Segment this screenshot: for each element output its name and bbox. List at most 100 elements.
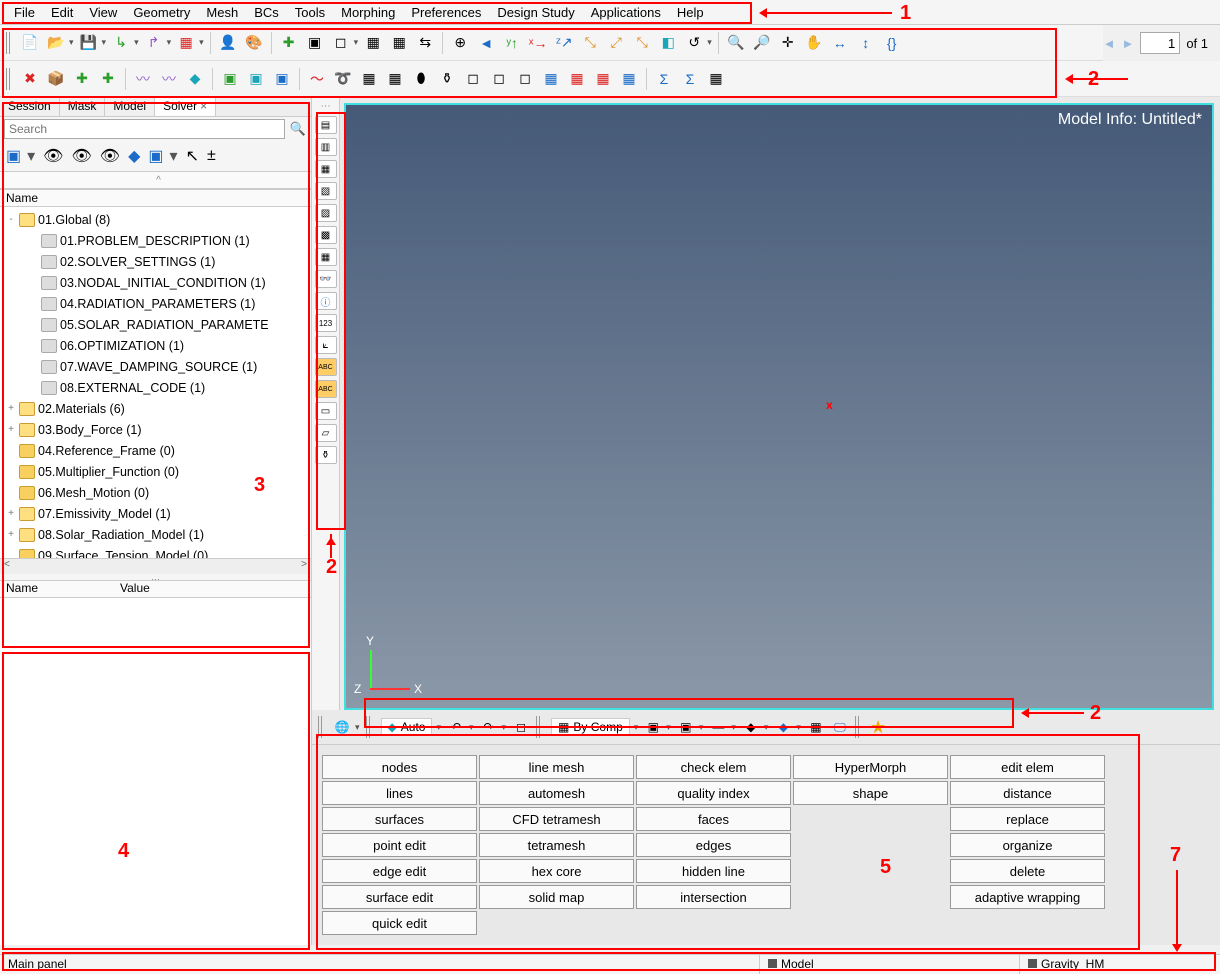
panel-hidden-line[interactable]: hidden line [636, 859, 791, 883]
panel-edges[interactable]: edges [636, 833, 791, 857]
menu-help[interactable]: Help [669, 2, 712, 23]
vt-5[interactable]: ▨ [315, 204, 337, 222]
vt-1[interactable]: ▤ [315, 116, 337, 134]
panel-shape[interactable]: shape [793, 781, 948, 805]
panel-surfaces[interactable]: surfaces [322, 807, 477, 831]
tree-node[interactable]: 04.Reference_Frame (0) [0, 440, 311, 461]
grid-icon[interactable]: ▦ [807, 718, 825, 736]
grid-b-icon[interactable]: ▦ [566, 68, 588, 90]
axis-z-icon[interactable]: ᶻ↗ [553, 32, 575, 54]
iso-xy-icon[interactable]: ⤡ [579, 32, 601, 54]
panel-surface-edit[interactable]: surface edit [322, 885, 477, 909]
face-icon[interactable]: ◆ [184, 68, 206, 90]
wave-icon[interactable]: 〜 [306, 68, 328, 90]
arrows-v-icon[interactable]: ↕ [855, 32, 877, 54]
tree-node[interactable]: 08.EXTERNAL_CODE (1) [0, 377, 311, 398]
layer2-icon[interactable]: ◆ [774, 718, 792, 736]
reverse-icon[interactable]: ↺ [683, 32, 705, 54]
panel-solid-map[interactable]: solid map [479, 885, 634, 909]
auto-select[interactable]: ◆Auto [381, 718, 433, 736]
cube2-icon[interactable]: ▣ [245, 68, 267, 90]
prev-page-icon[interactable]: ◄ [1103, 36, 1116, 51]
tab-mask[interactable]: Mask [60, 97, 106, 116]
spiral-icon[interactable]: ➰ [332, 68, 354, 90]
tree-node[interactable]: +02.Materials (6) [0, 398, 311, 419]
panel-point-edit[interactable]: point edit [322, 833, 477, 857]
menu-file[interactable]: File [6, 2, 43, 23]
grid-a-icon[interactable]: ▦ [540, 68, 562, 90]
panel-intersection[interactable]: intersection [636, 885, 791, 909]
globe-icon[interactable]: 🌐 [333, 718, 351, 736]
tree-node[interactable]: +08.Solar_Radiation_Model (1) [0, 524, 311, 545]
sigma1-icon[interactable]: Σ [653, 68, 675, 90]
menu-tools[interactable]: Tools [287, 2, 333, 23]
nav-left-icon[interactable]: ◄ [475, 32, 497, 54]
panel-hex-core[interactable]: hex core [479, 859, 634, 883]
menu-edit[interactable]: Edit [43, 2, 81, 23]
menu-geometry[interactable]: Geometry [125, 2, 198, 23]
cyl-icon[interactable]: ⬮ [410, 68, 432, 90]
tree-node[interactable]: 01.PROBLEM_DESCRIPTION (1) [0, 230, 311, 251]
window-icon[interactable]: ▣ [304, 32, 326, 54]
panel-quality-index[interactable]: quality index [636, 781, 791, 805]
panel-automesh[interactable]: automesh [479, 781, 634, 805]
vt-123[interactable]: 123 [315, 314, 337, 332]
menu-bcs[interactable]: BCs [246, 2, 287, 23]
grid2-icon[interactable]: ▦ [362, 32, 384, 54]
swap-icon[interactable]: ⇆ [414, 32, 436, 54]
grid-d-icon[interactable]: ▦ [618, 68, 640, 90]
page-input[interactable] [1140, 32, 1180, 54]
panel-organize[interactable]: organize [950, 833, 1105, 857]
panel-line-mesh[interactable]: line mesh [479, 755, 634, 779]
status-right[interactable]: Gravity_HM [1020, 955, 1220, 974]
search-icon[interactable]: 🔍 [289, 121, 307, 137]
bycomp-select[interactable]: ▦By Comp [551, 718, 630, 736]
delete-icon[interactable]: ✖ [19, 68, 41, 90]
iso-icon[interactable]: ◧ [657, 32, 679, 54]
wcube2-icon[interactable]: ◻ [488, 68, 510, 90]
panel-cfd-tetramesh[interactable]: CFD tetramesh [479, 807, 634, 831]
zoomin-icon[interactable]: 🔍 [725, 32, 747, 54]
redo-view-icon[interactable]: ↷ [480, 718, 498, 736]
eye2-icon[interactable]: 👁 [71, 146, 91, 166]
panel-distance[interactable]: distance [950, 781, 1105, 805]
axis-y-icon[interactable]: ʸ↑ [501, 32, 523, 54]
save-icon[interactable]: 💾 [78, 32, 100, 54]
cubeB-icon[interactable]: ▣ [148, 146, 163, 166]
add-icon[interactable]: ✚ [278, 32, 300, 54]
layer-icon[interactable]: ◆ [742, 718, 760, 736]
filter1-icon[interactable]: ▣ [6, 146, 21, 166]
panel-adaptive-wrapping[interactable]: adaptive wrapping [950, 885, 1105, 909]
status-model[interactable]: Model [760, 955, 1020, 974]
pan-icon[interactable]: ✋ [803, 32, 825, 54]
vt-sheet[interactable]: ▱ [315, 424, 337, 442]
iso-yz-icon[interactable]: ⤢ [605, 32, 627, 54]
persp-icon[interactable]: ◻ [512, 718, 530, 736]
cube3-icon[interactable]: ▣ [271, 68, 293, 90]
plus-minus-icon[interactable]: ± [207, 147, 216, 165]
tree-node[interactable]: 09.Surface_Tension_Model (0) [0, 545, 311, 558]
next-page-icon[interactable]: ► [1121, 36, 1134, 51]
braces-icon[interactable]: {} [881, 32, 903, 54]
undo-view-icon[interactable]: ↶ [447, 718, 465, 736]
panel-quick-edit[interactable]: quick edit [322, 911, 477, 935]
mesh2-icon[interactable]: ▦ [384, 68, 406, 90]
eye1-icon[interactable]: 👁 [43, 146, 63, 166]
panel-nodes[interactable]: nodes [322, 755, 477, 779]
panel-faces[interactable]: faces [636, 807, 791, 831]
vt-plot[interactable]: ▭ [315, 402, 337, 420]
wire-icon[interactable]: ▣ [644, 718, 662, 736]
panel-delete[interactable]: delete [950, 859, 1105, 883]
vt-mass[interactable]: ⚱ [315, 446, 337, 464]
panel-replace[interactable]: replace [950, 807, 1105, 831]
wcube1-icon[interactable]: ◻ [462, 68, 484, 90]
vt-angle[interactable]: ⟀ [315, 336, 337, 354]
vt-label2[interactable]: ABC [315, 380, 337, 398]
vt-label1[interactable]: ABC [315, 358, 337, 376]
tree-node[interactable]: +07.Emissivity_Model (1) [0, 503, 311, 524]
iso-xz-icon[interactable]: ⤡ [631, 32, 653, 54]
viewport[interactable]: Model Info: Untitled* Y X Z [344, 103, 1214, 710]
panel-edge-edit[interactable]: edge edit [322, 859, 477, 883]
tree-node[interactable]: 05.SOLAR_RADIATION_PARAMETE [0, 314, 311, 335]
mesh1-icon[interactable]: ▦ [358, 68, 380, 90]
